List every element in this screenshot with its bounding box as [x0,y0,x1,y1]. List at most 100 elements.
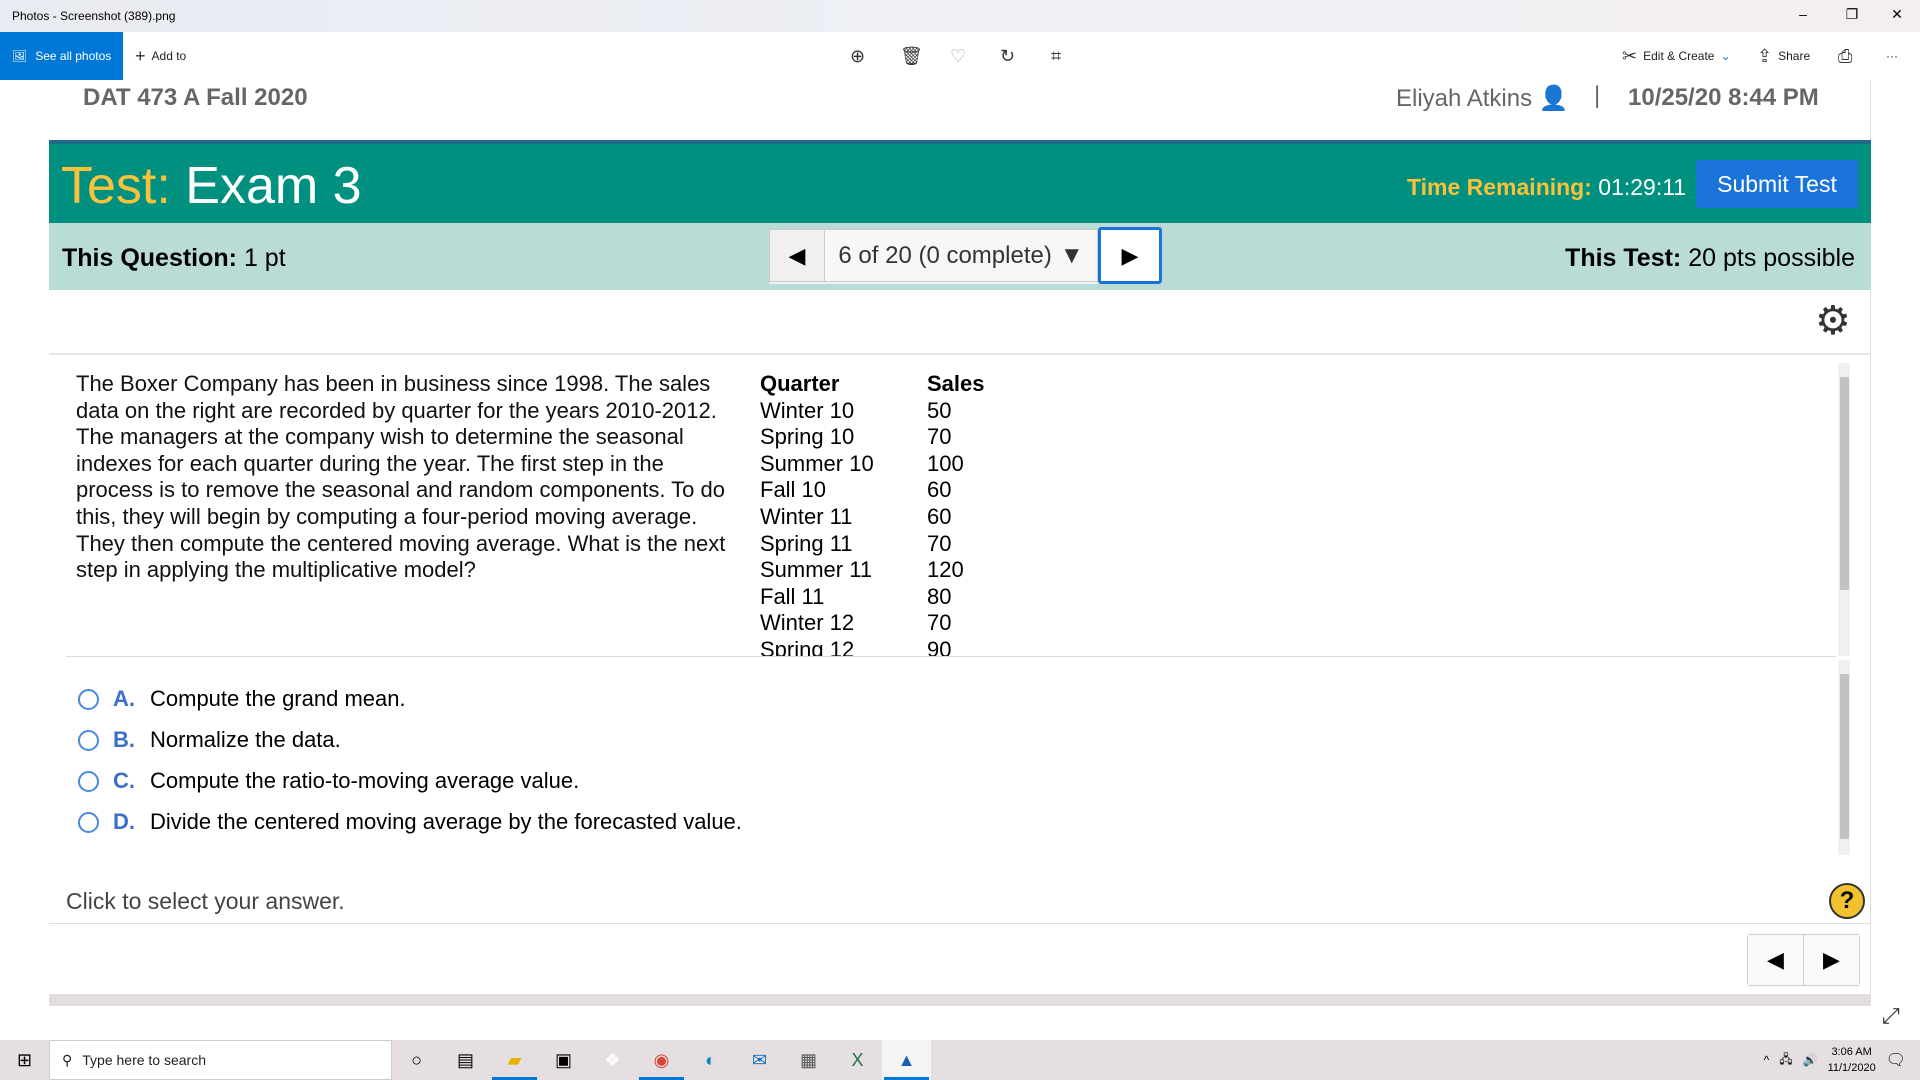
answers-scrollbar[interactable] [1838,660,1850,855]
crop-icon[interactable]: ⌗ [1051,32,1061,80]
quarter-cell: Winter 12 [760,610,855,636]
more-button[interactable]: ··· [1886,32,1898,80]
radio-button[interactable] [78,770,99,792]
delete-icon[interactable]: 🗑 [900,32,923,80]
answer-option-d[interactable]: D. Divide the centered moving average by … [78,809,742,835]
photos-app-icon[interactable]: ▲ [882,1040,931,1080]
windows-start-button[interactable]: ⊞ [0,1050,49,1071]
gear-icon[interactable]: ⚙ [1815,298,1851,344]
store-icon[interactable]: ▣ [539,1040,588,1080]
embedded-taskbar-strip [49,994,1871,1006]
sales-cell: 80 [927,583,952,609]
print-icon[interactable]: ⎙ [1838,32,1852,80]
see-all-photos-button[interactable]: 🖼 See all photos [0,32,123,80]
system-tray: ^ 🖧 🔊 3:06 AM 11/1/2020 🗨 [1764,1040,1920,1080]
zoom-in-icon[interactable]: ⊕ [850,32,865,80]
divider [66,656,1836,657]
notifications-icon[interactable]: 🗨 [1886,1050,1906,1070]
submit-test-button[interactable]: Submit Test [1696,160,1858,208]
scrollbar-thumb[interactable] [1840,377,1849,590]
sales-cell: 60 [927,503,952,529]
minimize-button[interactable]: – [1788,6,1818,22]
scrollbar-thumb[interactable] [1840,674,1849,839]
close-button[interactable]: ✕ [1882,6,1912,23]
answer-option-a[interactable]: A. Compute the grand mean. [78,686,406,712]
triangle-right-icon: ▶ [1121,242,1139,268]
edit-create-button[interactable]: ✂ Edit & Create ⌄ [1622,32,1731,80]
question-scrollbar[interactable] [1838,363,1850,656]
chevron-up-icon[interactable]: ^ [1764,1053,1770,1067]
windows-taskbar: ⊞ ⚲ Type here to search ○ ▤ ▰ ▣ ❖ ◉ ◐ ✉ ▦… [0,1040,1920,1080]
add-to-button[interactable]: + Add to [135,32,186,80]
taskbar-search[interactable]: ⚲ Type here to search [49,1040,392,1080]
window-titlebar: Photos - Screenshot (389).png – ❐ ✕ [0,0,1920,32]
option-text: Normalize the data. [150,727,341,752]
course-title: DAT 473 A Fall 2020 [83,84,308,111]
volume-icon[interactable]: 🔊 [1803,1053,1818,1067]
chrome-icon[interactable]: ◉ [637,1040,686,1080]
user-name: Eliyah Atkins 👤 [1396,84,1569,113]
question-navigator: ◀ 6 of 20 (0 complete) ▼ ▶ [769,227,1162,284]
user-name-text: Eliyah Atkins [1396,85,1533,112]
sales-cell: 70 [927,610,952,636]
header-separator: | [1594,82,1601,109]
divider [49,923,1871,924]
question-points-label: This Question: [62,244,237,272]
time-label: Time Remaining: [1407,174,1592,200]
quarter-cell: Summer 11 [760,557,873,583]
table-row: Spring 11 70 [760,531,985,558]
photos-toolbar: 🖼 See all photos + Add to ⊕ 🗑 ♡ ↻ ⌗ ✂ Edit … [0,32,1920,80]
bottom-next-button[interactable]: ▶ [1803,935,1859,985]
rotate-icon[interactable]: ↻ [1000,32,1015,80]
question-bar: This Question: 1 pt ◀ 6 of 20 (0 complet… [49,223,1871,290]
expand-icon[interactable]: ⤢ [1882,1003,1900,1029]
help-button[interactable]: ? [1829,883,1865,919]
quarter-cell: Spring 11 [760,530,853,556]
excel-icon[interactable]: X [833,1040,882,1080]
taskbar-clock[interactable]: 3:06 AM 11/1/2020 [1828,1044,1876,1076]
cortana-icon[interactable]: ○ [392,1040,441,1080]
radio-button[interactable] [78,811,99,833]
table-row: Winter 10 50 [760,398,985,425]
share-icon: ⇪ [1757,45,1773,66]
bottom-previous-button[interactable]: ◀ [1748,935,1803,985]
question-select-dropdown[interactable]: 6 of 20 (0 complete) ▼ [825,229,1098,282]
mail-icon[interactable]: ✉ [735,1040,784,1080]
file-explorer-icon[interactable]: ▰ [490,1040,539,1080]
header-sales: Sales [927,371,985,396]
option-text: Divide the centered moving average by th… [150,809,742,834]
table-row: Fall 10 60 [760,477,985,504]
quarter-cell: Spring 10 [760,424,855,450]
radio-button[interactable] [78,729,99,751]
quarter-cell: Summer 10 [760,450,874,476]
question-points-value: 1 pt [243,244,286,272]
sales-cell: 100 [927,450,964,476]
heart-icon[interactable]: ♡ [950,32,966,80]
header-datetime: 10/25/20 8:44 PM [1628,84,1819,111]
test-header-bar: Test: Exam 3 Time Remaining: 01:29:11 Su… [49,140,1871,223]
radio-button[interactable] [78,688,99,710]
answer-option-b[interactable]: B. Normalize the data. [78,727,341,753]
option-letter: B. [113,727,135,752]
edit-create-label: Edit & Create [1643,49,1715,63]
network-icon[interactable]: 🖧 [1779,1050,1792,1071]
question-text: The Boxer Company has been in business s… [76,371,726,583]
quarter-cell: Winter 11 [760,503,853,529]
clock-date: 11/1/2020 [1827,1062,1876,1074]
previous-question-button[interactable]: ◀ [769,229,825,282]
edge-icon[interactable]: ◐ [686,1040,735,1080]
dropbox-icon[interactable]: ❖ [588,1040,637,1080]
search-icon: ⚲ [62,1051,73,1068]
answer-option-c[interactable]: C. Compute the ratio-to-moving average va… [78,768,579,794]
share-button[interactable]: ⇪ Share [1757,32,1810,80]
next-question-button[interactable]: ▶ [1098,227,1162,284]
add-to-label: Add to [151,49,187,63]
quarter-cell: Winter 10 [760,397,855,423]
restore-button[interactable]: ❐ [1837,6,1867,23]
task-view-icon[interactable]: ▤ [441,1040,490,1080]
calculator-icon[interactable]: ▦ [784,1040,833,1080]
quarter-cell: Fall 11 [760,583,825,609]
sales-table: Quarter Sales Winter 10 50 Spring 10 70 Summe… [760,371,985,656]
table-row: Winter 11 60 [760,504,985,531]
table-row: Spring 12 90 [760,637,985,656]
